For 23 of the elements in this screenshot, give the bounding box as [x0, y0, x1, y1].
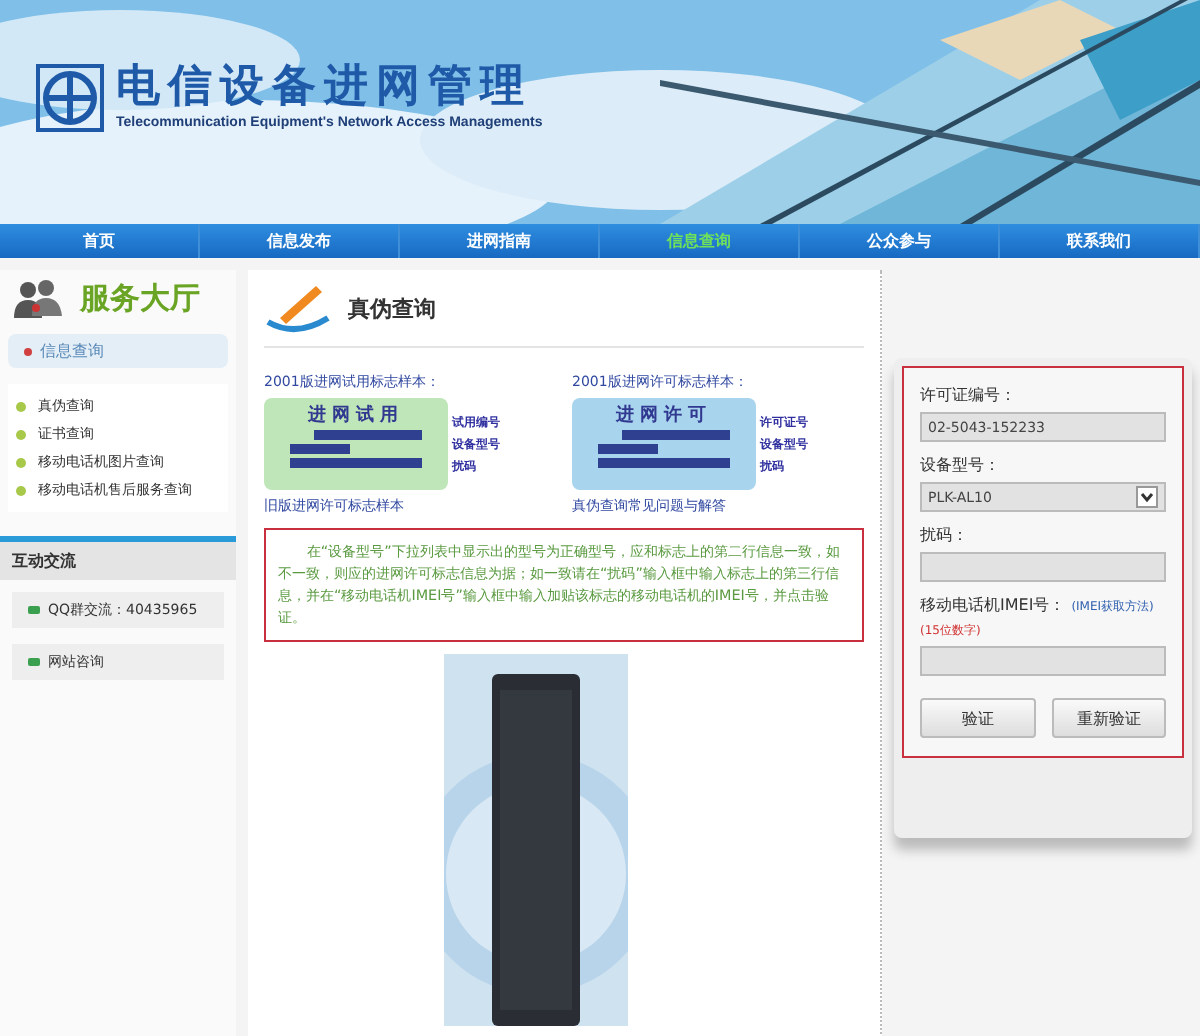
field-label: 移动电话机IMEI号：: [920, 594, 1066, 616]
sample-stamp: 进网许可: [572, 398, 756, 490]
nav-tab[interactable]: 首页: [0, 224, 200, 258]
input-field[interactable]: [920, 646, 1166, 676]
nav-tab[interactable]: 信息发布: [200, 224, 400, 258]
nav-tab[interactable]: 联系我们: [1000, 224, 1200, 258]
section-title: 服务大厅: [80, 279, 200, 317]
field-label: 许可证编号：: [920, 384, 1016, 406]
sample-stamp: 进网试用: [264, 398, 448, 490]
chevron-down-icon: [1136, 486, 1158, 508]
section-header: 互动交流: [0, 536, 236, 580]
input-field[interactable]: [920, 552, 1166, 582]
verify-button[interactable]: 重新验证: [1051, 698, 1166, 738]
field-label: 扰码：: [920, 524, 968, 546]
people-icon: [12, 278, 64, 318]
page-title: 真伪查询: [348, 293, 436, 323]
nav-tab[interactable]: 进网指南: [400, 224, 600, 258]
site-title: 电信设备进网管理: [116, 66, 534, 110]
pen-icon: [264, 282, 332, 334]
nav-tab[interactable]: 公众参与: [800, 224, 1000, 258]
verify-button[interactable]: 验证: [920, 698, 1035, 738]
field-label: 设备型号：: [920, 454, 1000, 476]
logo-icon: [36, 64, 104, 132]
